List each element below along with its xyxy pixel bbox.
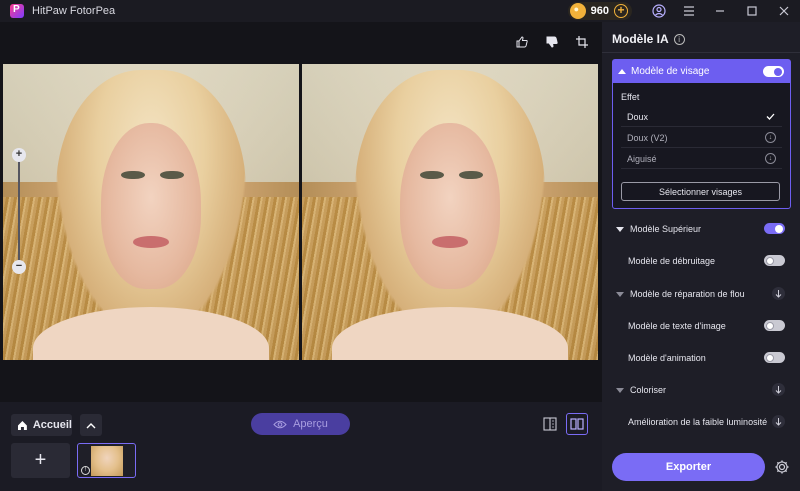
effect-option-doux[interactable]: Doux <box>621 107 782 127</box>
panel-title-text: Modèle IA <box>612 32 669 46</box>
export-button[interactable]: Exporter <box>612 453 765 481</box>
model-label: Modèle de débruitage <box>628 256 716 266</box>
collapse-icon <box>618 69 626 74</box>
zoom-slider[interactable]: + − <box>12 148 26 274</box>
add-image-button[interactable]: + <box>11 443 70 478</box>
preview-canvas: + − <box>0 22 602 402</box>
model-label: Coloriser <box>630 385 667 395</box>
model-row-flou[interactable]: Modèle de réparation de flou <box>612 284 791 304</box>
model-label: Modèle d'animation <box>628 353 706 363</box>
model-superieur-toggle[interactable] <box>764 223 785 234</box>
home-button[interactable]: Accueil <box>11 414 72 436</box>
original-image <box>3 64 299 360</box>
app-logo-icon <box>10 4 24 18</box>
effect-option-label: Doux (V2) <box>627 132 668 143</box>
image-thumbnail[interactable]: ! <box>77 443 136 478</box>
info-icon[interactable]: ! <box>81 466 90 475</box>
download-icon[interactable]: ↓ <box>765 153 776 164</box>
chevron-up-icon <box>86 422 96 428</box>
effect-option-aiguise[interactable]: Aiguisé ↓ <box>621 149 782 169</box>
eye-icon <box>273 420 287 428</box>
close-icon[interactable] <box>768 0 800 22</box>
account-icon[interactable] <box>644 0 674 22</box>
expand-icon <box>616 291 624 297</box>
panel-title: Modèle IA i <box>612 32 685 46</box>
home-icon <box>17 420 27 430</box>
zoom-in-icon[interactable]: + <box>12 148 26 162</box>
crop-icon[interactable] <box>572 32 592 52</box>
effect-label: Effet <box>621 92 640 102</box>
minimize-icon[interactable] <box>704 0 736 22</box>
ai-model-panel: Modèle IA i Modèle de visage Effet Doux … <box>602 22 800 491</box>
preview-label: Aperçu <box>293 418 328 430</box>
effect-option-label: Doux <box>627 111 649 122</box>
model-row-coloriser[interactable]: Coloriser <box>612 380 791 400</box>
side-by-side-view-icon[interactable] <box>566 413 588 435</box>
face-model-header[interactable]: Modèle de visage <box>613 60 790 83</box>
model-debruitage-toggle[interactable] <box>764 255 785 266</box>
download-icon[interactable] <box>772 287 785 300</box>
model-animation-toggle[interactable] <box>764 352 785 363</box>
preview-button[interactable]: Aperçu <box>251 413 350 435</box>
download-icon[interactable]: ↓ <box>765 132 776 143</box>
download-icon[interactable] <box>772 415 785 428</box>
face-model-group: Modèle de visage Effet Doux Doux (V2) ↓ … <box>612 59 791 209</box>
model-label: Modèle de texte d'image <box>628 321 726 331</box>
model-row-animation[interactable]: Modèle d'animation <box>612 348 791 368</box>
model-row-texte[interactable]: Modèle de texte d'image <box>612 316 791 336</box>
model-row-luminosite[interactable]: Amélioration de la faible luminosité <box>612 412 791 432</box>
model-label: Modèle Supérieur <box>630 224 702 234</box>
coin-icon <box>569 3 586 19</box>
effect-option-doux-v2[interactable]: Doux (V2) ↓ <box>621 128 782 148</box>
title-bar: HitPaw FotorPea 960 + <box>0 0 800 22</box>
model-label: Modèle de réparation de flou <box>630 289 745 299</box>
select-faces-button[interactable]: Sélectionner visages <box>621 182 780 201</box>
model-texte-toggle[interactable] <box>764 320 785 331</box>
expand-button[interactable] <box>80 414 102 436</box>
help-icon[interactable]: i <box>673 33 685 45</box>
add-coins-icon[interactable]: + <box>614 4 628 18</box>
maximize-icon[interactable] <box>736 0 768 22</box>
coin-balance[interactable]: 960 + <box>567 2 632 20</box>
zoom-out-icon[interactable]: − <box>12 260 26 274</box>
expand-icon <box>616 387 624 393</box>
model-row-debruitage[interactable]: Modèle de débruitage <box>612 251 791 271</box>
menu-icon[interactable] <box>674 0 704 22</box>
enhanced-image <box>302 64 598 360</box>
app-title: HitPaw FotorPea <box>32 5 116 17</box>
checkmark-icon <box>765 111 776 122</box>
download-icon[interactable] <box>772 383 785 396</box>
expand-icon <box>616 226 624 232</box>
model-row-superieur[interactable]: Modèle Supérieur <box>612 219 791 239</box>
face-model-toggle[interactable] <box>763 66 784 77</box>
split-view-icon[interactable] <box>540 414 560 434</box>
coin-count: 960 <box>590 5 609 17</box>
effect-option-label: Aiguisé <box>627 153 657 164</box>
gear-icon[interactable] <box>773 458 791 476</box>
face-model-label: Modèle de visage <box>631 66 710 77</box>
home-label: Accueil <box>32 419 72 431</box>
thumbs-up-icon[interactable] <box>512 32 532 52</box>
thumbs-down-icon[interactable] <box>542 32 562 52</box>
model-label: Amélioration de la faible luminosité <box>628 417 768 427</box>
bottom-bar: Accueil Aperçu + ! <box>0 402 602 491</box>
